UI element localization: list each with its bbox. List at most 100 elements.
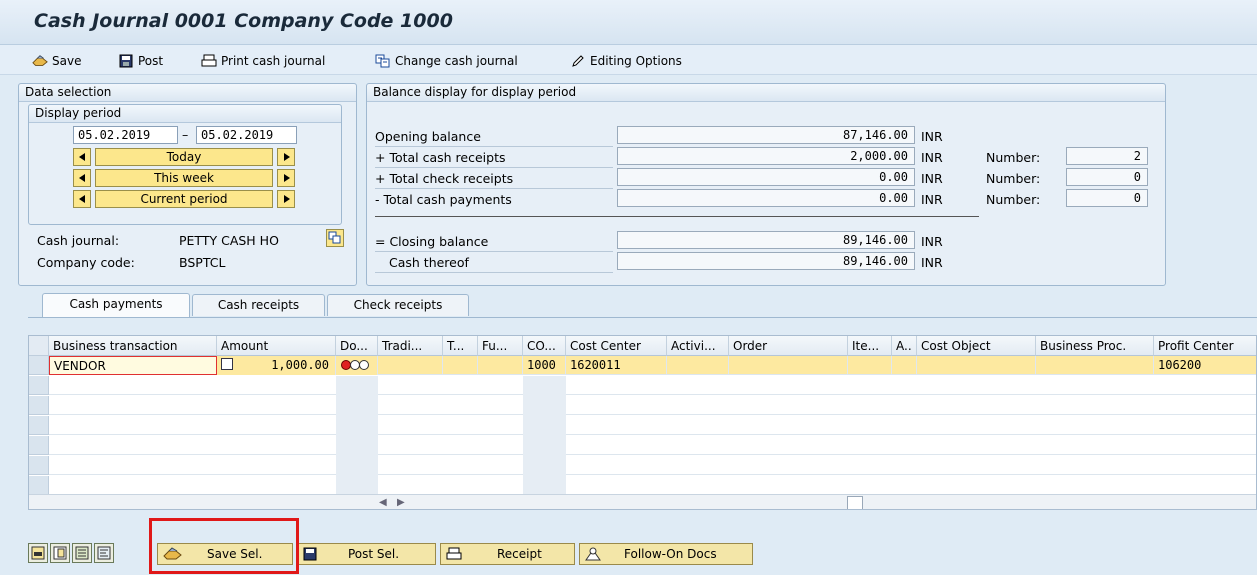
scroll-thumb[interactable] <box>847 496 863 509</box>
current-period-button[interactable]: Current period <box>95 190 273 208</box>
col-cost-object[interactable]: Cost Object <box>917 336 1036 356</box>
col-profit-center[interactable]: Profit Center <box>1154 336 1256 356</box>
today-next-button[interactable] <box>277 148 295 166</box>
print-cash-journal-button[interactable]: Print cash journal <box>201 51 325 71</box>
change-journal-small-button[interactable] <box>326 229 344 247</box>
currency-inr: INR <box>921 192 943 207</box>
week-prev-button[interactable] <box>73 169 91 187</box>
details-button[interactable] <box>94 543 114 563</box>
details-icon <box>97 546 111 560</box>
row-selector[interactable] <box>29 416 49 435</box>
date-from-field[interactable]: 05.02.2019 <box>73 126 178 144</box>
period-next-button[interactable] <box>277 190 295 208</box>
balance-header: Balance display for display period <box>367 84 1165 102</box>
table-row[interactable]: VENDOR 1,000.00 1000 1620011 106200 <box>49 356 1256 375</box>
co-cell[interactable]: 1000 <box>523 356 566 375</box>
row-selector[interactable] <box>29 456 49 475</box>
item-cell[interactable] <box>848 356 892 375</box>
col-fund[interactable]: Fu... <box>478 336 523 356</box>
divider <box>375 167 613 168</box>
activity-cell[interactable] <box>667 356 729 375</box>
post-selected-button[interactable]: Post Sel. <box>297 543 436 565</box>
currency-inr: INR <box>921 150 943 165</box>
col-t[interactable]: T... <box>443 336 478 356</box>
fund-cell[interactable] <box>478 356 523 375</box>
change-cash-journal-button[interactable]: Change cash journal <box>375 51 518 71</box>
col-trading-partner[interactable]: Tradi... <box>378 336 443 356</box>
print-label: Print cash journal <box>221 54 326 68</box>
row-selector[interactable] <box>29 396 49 415</box>
traffic-light-icon <box>341 360 369 370</box>
table-row[interactable] <box>49 416 1256 435</box>
table-row[interactable] <box>49 396 1256 415</box>
receipt-button[interactable]: Receipt <box>440 543 575 565</box>
col-order[interactable]: Order <box>729 336 848 356</box>
scroll-left-icon[interactable]: ◀ <box>379 497 387 508</box>
this-week-button[interactable]: This week <box>95 169 273 187</box>
select-all-button[interactable] <box>28 543 48 563</box>
row-selector[interactable] <box>29 356 49 375</box>
deselect-all-button[interactable] <box>72 543 92 563</box>
week-next-button[interactable] <box>277 169 295 187</box>
f4-help-icon[interactable] <box>221 358 233 370</box>
col-activity[interactable]: Activi... <box>667 336 729 356</box>
business-process-cell[interactable] <box>1036 356 1154 375</box>
table-row[interactable] <box>49 476 1256 495</box>
profit-center-cell[interactable]: 106200 <box>1154 356 1256 375</box>
col-amount[interactable]: Amount <box>217 336 336 356</box>
select-block-button[interactable] <box>50 543 70 563</box>
t-cell[interactable] <box>443 356 478 375</box>
cost-object-cell[interactable] <box>917 356 1036 375</box>
row-selector[interactable] <box>29 376 49 395</box>
arrow-right-icon <box>284 195 290 203</box>
col-document[interactable]: Do... <box>336 336 378 356</box>
print-icon <box>446 547 462 560</box>
row-selector[interactable] <box>29 476 49 495</box>
trading-partner-cell[interactable] <box>378 356 443 375</box>
change-label: Change cash journal <box>395 54 518 68</box>
business-transaction-cell[interactable]: VENDOR <box>49 356 217 375</box>
col-a[interactable]: A.. <box>892 336 917 356</box>
col-co[interactable]: CO... <box>523 336 566 356</box>
save-icon <box>32 55 48 66</box>
display-period-header: Display period <box>29 105 341 123</box>
scroll-right-icon[interactable]: ▶ <box>397 497 405 508</box>
tab-cash-payments[interactable]: Cash payments <box>42 293 190 317</box>
horizontal-scrollbar[interactable]: ◀ ▶ <box>29 494 1256 509</box>
table-row[interactable] <box>49 436 1256 455</box>
col-item[interactable]: Ite... <box>848 336 892 356</box>
save-label: Save <box>52 54 82 68</box>
total-cash-receipts-amount: 2,000.00 <box>617 147 915 165</box>
table-row[interactable] <box>49 456 1256 475</box>
date-to-field[interactable]: 05.02.2019 <box>196 126 297 144</box>
today-button[interactable]: Today <box>95 148 273 166</box>
col-business-transaction[interactable]: Business transaction <box>49 336 217 356</box>
follow-on-docs-button[interactable]: Follow-On Docs <box>579 543 753 565</box>
currency-inr: INR <box>921 234 943 249</box>
change-icon <box>375 54 390 68</box>
cost-center-cell[interactable]: 1620011 <box>566 356 667 375</box>
amount-cell[interactable]: 1,000.00 <box>217 356 336 375</box>
order-cell[interactable] <box>729 356 848 375</box>
save-button[interactable]: Save <box>32 51 81 71</box>
tab-cash-receipts[interactable]: Cash receipts <box>192 294 325 316</box>
tab-check-receipts[interactable]: Check receipts <box>327 294 469 316</box>
cash-payments-table: Business transaction Amount Do... Tradi.… <box>28 335 1257 510</box>
post-button[interactable]: Post <box>118 51 163 71</box>
today-prev-button[interactable] <box>73 148 91 166</box>
period-prev-button[interactable] <box>73 190 91 208</box>
row-selector[interactable] <box>29 436 49 455</box>
title-bar: Cash Journal 0001 Company Code 1000 <box>0 0 1257 45</box>
select-all-cell[interactable] <box>29 336 49 356</box>
a-cell[interactable] <box>892 356 917 375</box>
table-row[interactable] <box>49 376 1256 395</box>
col-business-process[interactable]: Business Proc. <box>1036 336 1154 356</box>
col-cost-center[interactable]: Cost Center <box>566 336 667 356</box>
currency-inr: INR <box>921 255 943 270</box>
divider <box>375 272 613 273</box>
cash-payments-number: 0 <box>1066 189 1148 207</box>
editing-options-button[interactable]: Editing Options <box>570 51 682 71</box>
company-code-value: BSPTCL <box>179 255 226 270</box>
display-period-group: Display period 05.02.2019 – 05.02.2019 T… <box>28 104 342 225</box>
date-range-dash: – <box>182 127 189 142</box>
